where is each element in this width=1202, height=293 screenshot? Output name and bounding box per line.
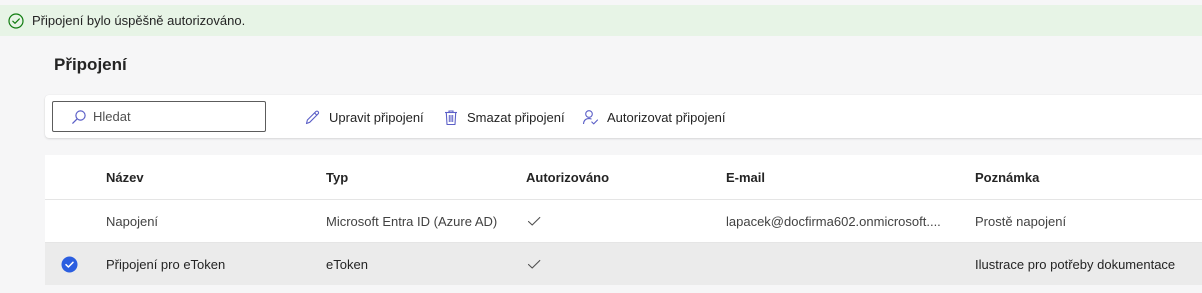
column-header-type[interactable]: Typ bbox=[326, 155, 348, 199]
success-banner: Připojení bylo úspěšně autorizováno. bbox=[0, 5, 1202, 36]
authorize-connection-label: Autorizovat připojení bbox=[607, 109, 726, 125]
column-header-name[interactable]: Název bbox=[106, 155, 144, 199]
table-header: Název Typ Autorizováno E-mail Poznámka bbox=[45, 155, 1202, 200]
cell-type: eToken bbox=[326, 256, 368, 272]
cell-name: Napojení bbox=[106, 213, 159, 229]
cell-name: Připojení pro eToken bbox=[106, 256, 226, 272]
row-selected-checkmark-icon[interactable] bbox=[61, 256, 78, 273]
page-title: Připojení bbox=[54, 55, 127, 74]
cell-email-text: lapacek@docfirma602.onmicrosoft.... bbox=[726, 213, 941, 229]
search-icon bbox=[71, 109, 87, 125]
cell-authorized bbox=[526, 200, 542, 242]
cell-authorized bbox=[526, 243, 542, 285]
search-box[interactable] bbox=[52, 101, 266, 132]
edit-connection-label: Upravit připojení bbox=[329, 109, 424, 125]
cell-email bbox=[726, 243, 952, 285]
table-row-selected[interactable]: Připojení pro eToken eToken Ilustrace pr… bbox=[45, 243, 1202, 285]
edit-connection-button[interactable]: Upravit připojení bbox=[304, 107, 424, 127]
connections-table: Název Typ Autorizováno E-mail Poznámka N… bbox=[45, 155, 1202, 285]
delete-connection-label: Smazat připojení bbox=[467, 109, 565, 125]
table-row[interactable]: Napojení Microsoft Entra ID (Azure AD) l… bbox=[45, 200, 1202, 243]
cell-note: Ilustrace pro potřeby dokumentace bbox=[975, 256, 1176, 272]
trash-icon bbox=[443, 109, 459, 126]
column-header-authorized[interactable]: Autorizováno bbox=[526, 155, 609, 199]
delete-connection-button[interactable]: Smazat připojení bbox=[443, 107, 565, 127]
person-check-icon bbox=[582, 109, 599, 126]
banner-message: Připojení bylo úspěšně autorizováno. bbox=[32, 13, 246, 28]
authorize-connection-button[interactable]: Autorizovat připojení bbox=[582, 107, 726, 127]
checkmark-circle-icon bbox=[8, 12, 24, 29]
column-header-email[interactable]: E-mail bbox=[726, 155, 952, 199]
cell-email: lapacek@docfirma602.onmicrosoft.... bbox=[726, 200, 952, 242]
cell-note: Prostě napojení bbox=[975, 213, 1067, 229]
cell-type: Microsoft Entra ID (Azure AD) bbox=[326, 213, 498, 229]
toolbar: Upravit připojení Smazat připojení Autor… bbox=[45, 95, 1202, 138]
column-header-note[interactable]: Poznámka bbox=[975, 155, 1039, 199]
checkmark-icon bbox=[526, 213, 542, 229]
pencil-icon bbox=[304, 109, 321, 126]
checkmark-icon bbox=[526, 256, 542, 272]
search-input[interactable] bbox=[93, 109, 253, 124]
